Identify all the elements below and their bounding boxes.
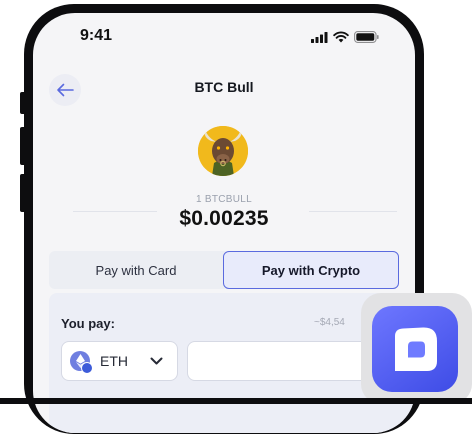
battery-icon [354,31,379,43]
payment-method-tabs: Pay with Card Pay with Crypto [49,251,399,289]
app-logo-icon [395,327,437,371]
chevron-down-icon [150,357,163,365]
you-pay-label: You pay: [61,316,115,331]
phone-mute-switch [20,92,26,114]
selected-currency: ETH [100,353,128,369]
cellular-signal-icon [311,32,328,43]
app-icon[interactable] [372,306,458,392]
status-time: 9:41 [80,27,113,44]
wifi-icon [333,31,349,43]
phone-screen: 9:41 BTC Bull 1 BTCBULL $0.00235 Pay wit… [33,13,415,433]
token-amount-label: 1 BTCBULL [195,194,253,205]
page-title: BTC Bull [194,79,254,95]
status-icons [311,31,379,43]
phone-volume-down [20,174,26,212]
tab-pay-with-crypto[interactable]: Pay with Crypto [223,251,399,289]
usd-estimate: ~$4,54 [314,317,345,328]
phone-volume-up [20,127,26,165]
ethereum-icon [70,351,93,374]
network-badge [81,362,93,374]
token-avatar [198,126,248,176]
bull-logo-icon [198,126,248,176]
amount-input[interactable] [187,341,387,381]
currency-select[interactable]: ETH [61,341,178,381]
tab-pay-with-card[interactable]: Pay with Card [49,251,223,289]
bottom-bar [0,398,472,404]
token-price: $0.00235 [179,207,269,230]
phone-power-button [418,158,424,212]
